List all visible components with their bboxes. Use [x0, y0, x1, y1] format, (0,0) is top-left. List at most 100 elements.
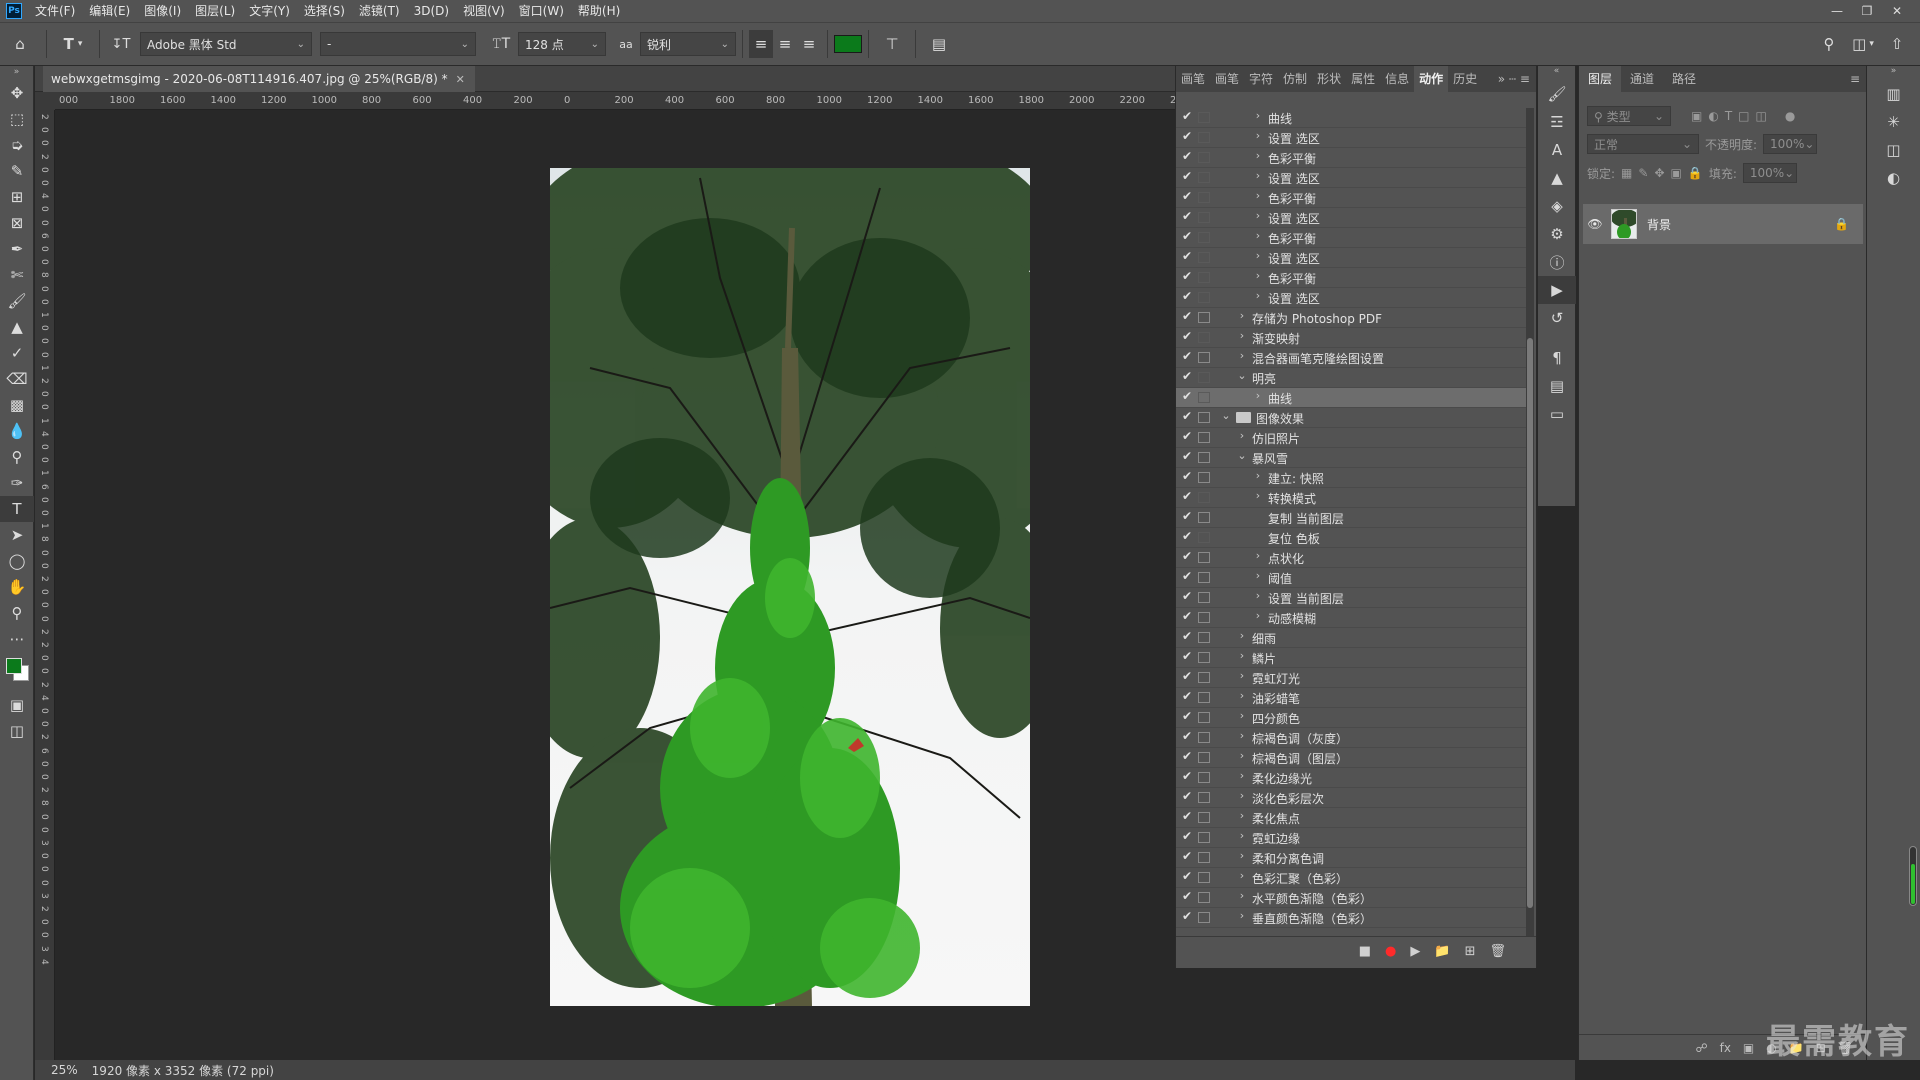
dialog-toggle-icon[interactable]: [1198, 232, 1210, 243]
checkmark-icon[interactable]: ✔: [1180, 349, 1194, 365]
filter-type-icon[interactable]: T: [1725, 109, 1732, 123]
delete-icon[interactable]: 🗑: [1489, 944, 1506, 959]
dialog-toggle-icon[interactable]: [1198, 352, 1210, 363]
navigator-icon[interactable]: ✳: [1867, 108, 1920, 136]
foreground-color[interactable]: [6, 658, 22, 674]
dialog-toggle-icon[interactable]: [1198, 332, 1210, 343]
scrollbar-thumb[interactable]: [1527, 338, 1533, 908]
tab-history[interactable]: 历史: [1448, 66, 1482, 92]
action-row[interactable]: ✔ › 鳞片: [1176, 648, 1526, 668]
chevron-right-icon[interactable]: ›: [1236, 789, 1248, 802]
new-set-folder-icon[interactable]: 📁: [1434, 944, 1450, 959]
panel-menu-icon[interactable]: » ┄ ≡: [1498, 66, 1530, 92]
filter-toggle-icon[interactable]: ●: [1785, 109, 1795, 123]
lock-transparent-icon[interactable]: ▦: [1621, 166, 1632, 180]
action-row[interactable]: ✔ › 垂直颜色渐隐（色彩）: [1176, 908, 1526, 928]
info-icon[interactable]: ⓘ: [1538, 248, 1576, 276]
photoshop-logo-icon[interactable]: Ps: [6, 3, 22, 19]
chevron-right-icon[interactable]: ›: [1236, 689, 1248, 702]
quick-selection-tool-icon[interactable]: ✎: [0, 158, 34, 184]
dialog-toggle-icon[interactable]: [1198, 512, 1210, 523]
restore-icon[interactable]: ❐: [1852, 0, 1882, 22]
action-row[interactable]: ✔ › 柔和分离色调: [1176, 848, 1526, 868]
layer-row-background[interactable]: 👁 背景 🔒: [1583, 204, 1863, 244]
dialog-toggle-icon[interactable]: [1198, 492, 1210, 503]
ruler-origin[interactable]: [35, 92, 55, 110]
record-icon[interactable]: ●: [1385, 944, 1396, 959]
align-center-icon[interactable]: ≡: [773, 30, 797, 58]
action-row[interactable]: ✔ › 色彩汇聚（色彩）: [1176, 868, 1526, 888]
close-tab-icon[interactable]: ✕: [456, 73, 465, 86]
dialog-toggle-icon[interactable]: [1198, 312, 1210, 323]
visibility-eye-icon[interactable]: 👁: [1583, 217, 1607, 231]
crop-tool-icon[interactable]: ⊞: [0, 184, 34, 210]
action-row[interactable]: ✔ › 曲线: [1176, 108, 1526, 128]
blend-mode-select[interactable]: 正常 ⌄: [1587, 134, 1699, 154]
action-row[interactable]: ✔ › 色彩平衡: [1176, 228, 1526, 248]
menu-3d[interactable]: 3D(D): [407, 0, 456, 22]
dialog-toggle-icon[interactable]: [1198, 732, 1210, 743]
chevron-right-icon[interactable]: ›: [1252, 209, 1264, 222]
font-size-select[interactable]: 128 点 ⌄: [518, 32, 606, 56]
align-right-icon[interactable]: ≡: [797, 30, 821, 58]
chevron-right-icon[interactable]: ›: [1236, 909, 1248, 922]
checkmark-icon[interactable]: ✔: [1180, 429, 1194, 445]
zoom-level[interactable]: 25%: [51, 1063, 78, 1077]
checkmark-icon[interactable]: ✔: [1180, 309, 1194, 325]
dialog-toggle-icon[interactable]: [1198, 592, 1210, 603]
menu-layer[interactable]: 图层(L): [188, 0, 242, 22]
action-row[interactable]: ✔ › 设置 选区: [1176, 248, 1526, 268]
warp-text-icon[interactable]: ⊤: [875, 30, 909, 58]
dialog-toggle-icon[interactable]: [1198, 392, 1210, 403]
menu-help[interactable]: 帮助(H): [571, 0, 627, 22]
checkmark-icon[interactable]: ✔: [1180, 849, 1194, 865]
chevron-right-icon[interactable]: ›: [1252, 269, 1264, 282]
action-row[interactable]: ✔ › 色彩平衡: [1176, 188, 1526, 208]
action-row[interactable]: ✔ › 霓虹边缘: [1176, 828, 1526, 848]
checkmark-icon[interactable]: ✔: [1180, 369, 1194, 385]
histogram-icon[interactable]: ▥: [1867, 80, 1920, 108]
checkmark-icon[interactable]: ✔: [1180, 649, 1194, 665]
tab-shapes[interactable]: 形状: [1312, 66, 1346, 92]
action-row[interactable]: ✔ › 柔化焦点: [1176, 808, 1526, 828]
paragraph-icon[interactable]: ¶: [1538, 344, 1576, 372]
checkmark-icon[interactable]: ✔: [1180, 529, 1194, 545]
checkmark-icon[interactable]: ✔: [1180, 469, 1194, 485]
font-family-select[interactable]: Adobe 黑体 Std ⌄: [140, 32, 312, 56]
chevron-right-icon[interactable]: ›: [1252, 469, 1264, 482]
checkmark-icon[interactable]: ✔: [1180, 329, 1194, 345]
checkmark-icon[interactable]: ✔: [1180, 129, 1194, 145]
checkmark-icon[interactable]: ✔: [1180, 269, 1194, 285]
dialog-toggle-icon[interactable]: [1198, 432, 1210, 443]
chevron-right-icon[interactable]: ›: [1236, 709, 1248, 722]
share-icon[interactable]: ⇧: [1880, 30, 1914, 58]
clone-stamp-tool-icon[interactable]: ▲: [0, 314, 34, 340]
menu-select[interactable]: 选择(S): [297, 0, 352, 22]
checkmark-icon[interactable]: ✔: [1180, 289, 1194, 305]
brushes-icon[interactable]: ☲: [1538, 108, 1576, 136]
chevron-right-icon[interactable]: ›: [1236, 749, 1248, 762]
dialog-toggle-icon[interactable]: [1198, 132, 1210, 143]
action-row[interactable]: ✔ › 水平颜色渐隐（色彩）: [1176, 888, 1526, 908]
chevron-down-icon[interactable]: ⌄: [1236, 449, 1248, 462]
tab-actions[interactable]: 动作: [1414, 66, 1449, 92]
action-row[interactable]: ✔ › 淡化色彩层次: [1176, 788, 1526, 808]
dialog-toggle-icon[interactable]: [1198, 892, 1210, 903]
dialog-toggle-icon[interactable]: [1198, 172, 1210, 183]
chevron-right-icon[interactable]: ›: [1252, 169, 1264, 182]
menu-window[interactable]: 窗口(W): [512, 0, 571, 22]
chevron-right-icon[interactable]: ›: [1236, 629, 1248, 642]
lock-artboard-icon[interactable]: ▣: [1671, 166, 1682, 180]
layer-thumbnail[interactable]: [1611, 209, 1637, 239]
dialog-toggle-icon[interactable]: [1198, 412, 1210, 423]
path-selection-tool-icon[interactable]: ➤: [0, 522, 34, 548]
brush-settings-icon[interactable]: 🖌: [1538, 80, 1576, 108]
character-styles-icon[interactable]: ▭: [1538, 400, 1576, 428]
healing-brush-tool-icon[interactable]: ✄: [0, 262, 34, 288]
close-window-icon[interactable]: ✕: [1882, 0, 1912, 22]
action-row[interactable]: ✔ › 四分颜色: [1176, 708, 1526, 728]
chevron-down-icon[interactable]: ⌄: [1236, 369, 1248, 382]
actions-icon[interactable]: ▶: [1538, 276, 1576, 304]
chevron-right-icon[interactable]: ›: [1252, 109, 1264, 122]
action-row[interactable]: ✔ › 设置 当前图层: [1176, 588, 1526, 608]
